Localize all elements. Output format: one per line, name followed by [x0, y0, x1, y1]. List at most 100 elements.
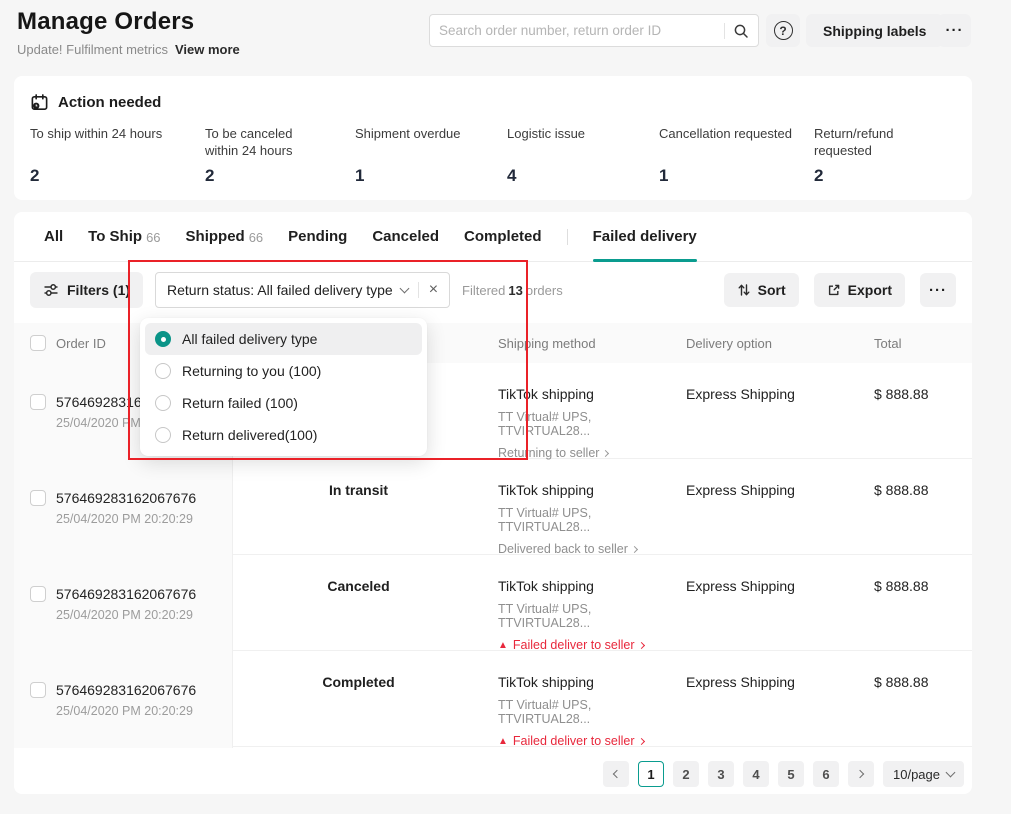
tab-label: All [44, 228, 63, 245]
option-label: Return failed (100) [182, 395, 298, 411]
delivery-option: Express Shipping [672, 651, 860, 748]
dropdown-option-return-failed[interactable]: Return failed (100) [145, 387, 422, 419]
tab-label: Failed delivery [593, 228, 697, 245]
search-divider [724, 23, 725, 39]
tab-pending[interactable]: Pending [288, 212, 347, 261]
header-more-button[interactable]: ··· [938, 14, 971, 47]
next-page-button[interactable] [848, 761, 874, 787]
order-id-cell: 576469283162067676 25/04/2020 PM 20:20:2… [14, 651, 233, 748]
sort-label: Sort [758, 282, 786, 298]
dropdown-option-all-failed[interactable]: All failed delivery type [145, 323, 422, 355]
metric-to-be-canceled[interactable]: To be canceled within 24 hours 2 [205, 125, 355, 186]
page-size-label: 10/page [893, 767, 940, 782]
tab-failed-delivery[interactable]: Failed delivery [593, 212, 697, 261]
return-status-filter-chip[interactable]: Return status: All failed delivery type … [155, 272, 450, 308]
tab-to-ship[interactable]: To Ship 66 [88, 212, 160, 261]
metric-return-refund[interactable]: Return/refund requested 2 [814, 125, 956, 186]
table-row: 576469283162067676 25/04/2020 PM 20:20:2… [14, 459, 972, 555]
tab-shipped[interactable]: Shipped 66 [186, 212, 264, 261]
search-icon[interactable] [733, 23, 749, 39]
sort-icon [737, 283, 751, 297]
order-total: $ 888.88 [860, 459, 972, 556]
shipping-labels-button[interactable]: Shipping labels [806, 14, 943, 47]
filtered-orders-text: Filtered13orders [462, 283, 563, 298]
delivery-substatus[interactable]: Delivered back to seller [498, 542, 664, 556]
page-button-1[interactable]: 1 [638, 761, 664, 787]
filters-button[interactable]: Filters (1) [30, 272, 143, 308]
radio-selected-icon [155, 331, 171, 347]
sort-button[interactable]: Sort [724, 273, 799, 307]
delivery-substatus[interactable]: ▲ Failed deliver to seller [498, 734, 664, 748]
export-button[interactable]: Export [814, 273, 905, 307]
metric-value: 4 [507, 166, 659, 186]
order-id[interactable]: 576469283162067676 [56, 586, 196, 602]
chip-divider [418, 282, 419, 298]
tab-label: To Ship [88, 228, 142, 245]
tab-canceled[interactable]: Canceled [372, 212, 439, 261]
tab-all[interactable]: All [44, 212, 63, 261]
dropdown-option-return-delivered[interactable]: Return delivered(100) [145, 419, 422, 451]
dropdown-option-returning-to-you[interactable]: Returning to you (100) [145, 355, 422, 387]
tracking-number: TT Virtual# UPS, TTVIRTUAL28... [498, 506, 664, 534]
chevron-right-icon [602, 449, 609, 456]
substatus-label: Delivered back to seller [498, 542, 628, 556]
metric-cancellation-requested[interactable]: Cancellation requested 1 [659, 125, 814, 186]
radio-icon [155, 363, 171, 379]
tracking-number: TT Virtual# UPS, TTVIRTUAL28... [498, 410, 664, 438]
select-all-checkbox[interactable] [30, 335, 46, 351]
page-size-select[interactable]: 10/page [883, 761, 964, 787]
substatus-label: Failed deliver to seller [513, 638, 635, 652]
page-button-5[interactable]: 5 [778, 761, 804, 787]
filters-icon [43, 282, 59, 298]
search-input[interactable] [439, 23, 720, 38]
shipping-method: TikTok shipping [498, 674, 664, 690]
order-date: 25/04/2020 PM 20:20:29 [30, 608, 222, 622]
return-status-dropdown: All failed delivery type Returning to yo… [140, 318, 427, 456]
order-date: 25/04/2020 PM 20:20:29 [30, 512, 222, 526]
page-button-4[interactable]: 4 [743, 761, 769, 787]
metric-shipment-overdue[interactable]: Shipment overdue 1 [355, 125, 507, 186]
row-checkbox[interactable] [30, 586, 46, 602]
order-total: $ 888.88 [860, 651, 972, 748]
page-button-2[interactable]: 2 [673, 761, 699, 787]
shipping-method-cell: TikTok shipping TT Virtual# UPS, TTVIRTU… [484, 651, 672, 748]
chevron-right-icon [631, 545, 638, 552]
metric-label: Shipment overdue [355, 125, 507, 161]
column-header-total: Total [860, 336, 972, 351]
metric-label: To be canceled within 24 hours [205, 125, 323, 161]
order-status: Completed [233, 651, 484, 748]
order-id[interactable]: 576469283162067676 [56, 490, 196, 506]
page-button-6[interactable]: 6 [813, 761, 839, 787]
calendar-clock-icon [30, 93, 49, 112]
metric-logistic-issue[interactable]: Logistic issue 4 [507, 125, 659, 186]
row-checkbox[interactable] [30, 394, 46, 410]
tab-separator [567, 229, 568, 245]
row-checkbox[interactable] [30, 682, 46, 698]
chip-close-icon[interactable]: × [429, 282, 438, 298]
shipping-method: TikTok shipping [498, 482, 664, 498]
column-header-shipping-method: Shipping method [484, 336, 672, 351]
view-more-link[interactable]: View more [175, 42, 240, 57]
metric-label: Logistic issue [507, 125, 659, 161]
prev-page-button[interactable] [603, 761, 629, 787]
active-tab-underline [593, 259, 697, 262]
filtered-prefix: Filtered [462, 283, 505, 298]
filter-toolbar-right: Sort Export ··· [724, 273, 956, 307]
row-checkbox[interactable] [30, 490, 46, 506]
delivery-substatus[interactable]: Returning to seller [498, 446, 664, 460]
order-id[interactable]: 576469283162067676 [56, 682, 196, 698]
filter-more-button[interactable]: ··· [920, 273, 956, 307]
tracking-number: TT Virtual# UPS, TTVIRTUAL28... [498, 698, 664, 726]
tab-count: 66 [146, 230, 160, 245]
chevron-down-icon[interactable] [399, 284, 409, 294]
order-id-cell: 576469283162067676 25/04/2020 PM 20:20:2… [14, 459, 233, 556]
metric-to-ship[interactable]: To ship within 24 hours 2 [30, 125, 205, 186]
pagination: 1 2 3 4 5 6 10/page [14, 761, 972, 787]
page-button-3[interactable]: 3 [708, 761, 734, 787]
delivery-substatus[interactable]: ▲ Failed deliver to seller [498, 638, 664, 652]
order-search-box[interactable] [429, 14, 759, 47]
action-needed-card: Action needed To ship within 24 hours 2 … [14, 76, 972, 200]
delivery-option: Express Shipping [672, 555, 860, 652]
help-button[interactable]: ? [766, 14, 800, 47]
tab-completed[interactable]: Completed [464, 212, 542, 261]
